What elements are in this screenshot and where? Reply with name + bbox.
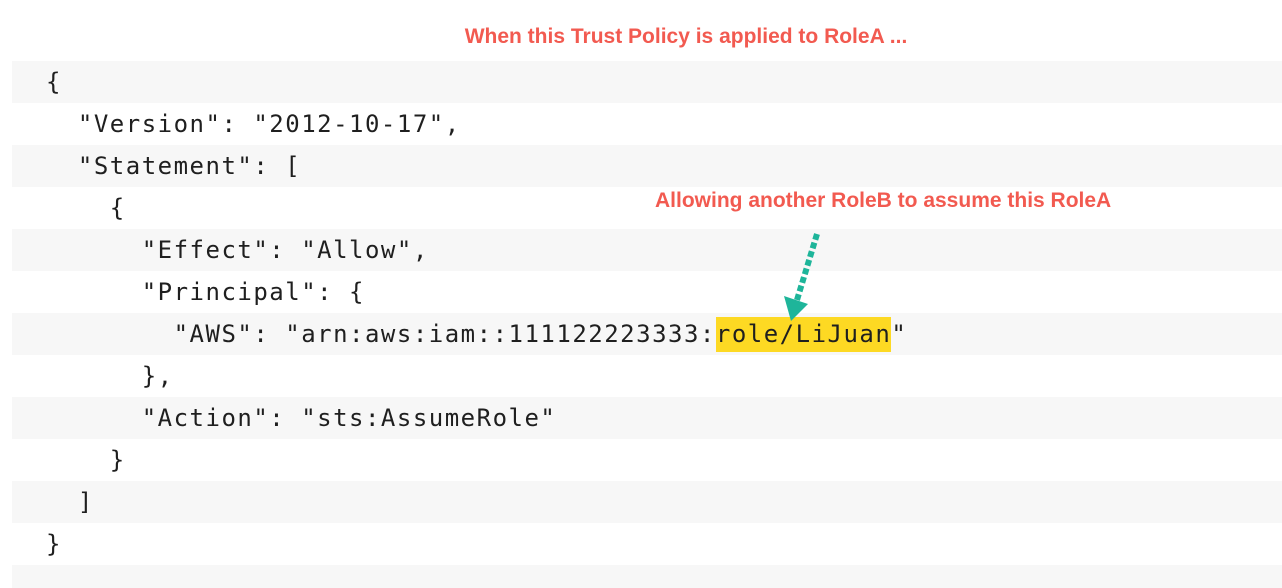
code-line: "Effect": "Allow",	[12, 229, 1282, 271]
arn-prefix-text: "AWS": "arn:aws:iam::111122223333:	[46, 320, 716, 348]
closing-quote: "	[891, 320, 908, 348]
code-line-text: "Version": "2012-10-17",	[46, 110, 461, 138]
dotted-arrow-icon	[784, 233, 820, 321]
code-block: { "Version": "2012-10-17", "Statement": …	[12, 61, 1282, 588]
code-line-text: {	[46, 194, 126, 222]
code-line	[12, 565, 1282, 588]
code-line: "AWS": "arn:aws:iam::111122223333:role/L…	[12, 313, 1282, 355]
code-line-text: ]	[46, 488, 94, 516]
code-line-text: }	[46, 530, 62, 558]
code-line-text: {	[46, 68, 62, 96]
code-line-text: "Principal": {	[46, 278, 365, 306]
code-line: "Action": "sts:AssumeRole"	[12, 397, 1282, 439]
code-line-text: },	[46, 362, 174, 390]
code-line: "Statement": [	[12, 145, 1282, 187]
code-line: }	[12, 523, 1282, 565]
code-line: "Version": "2012-10-17",	[12, 103, 1282, 145]
figure-title: When this Trust Policy is applied to Rol…	[464, 25, 908, 48]
code-line-text: "Effect": "Allow",	[46, 236, 429, 264]
code-line: ]	[12, 481, 1282, 523]
annotation-text: Allowing another RoleB to assume this Ro…	[655, 189, 1112, 212]
arrow-shaft	[794, 233, 820, 301]
code-line-text: }	[46, 446, 126, 474]
code-line: {	[12, 61, 1282, 103]
code-line: "Principal": {	[12, 271, 1282, 313]
arrow-head	[784, 296, 808, 321]
code-line: },	[12, 355, 1282, 397]
code-line: }	[12, 439, 1282, 481]
code-line-text: "Statement": [	[46, 152, 302, 180]
code-line-text: "Action": "sts:AssumeRole"	[46, 404, 557, 432]
